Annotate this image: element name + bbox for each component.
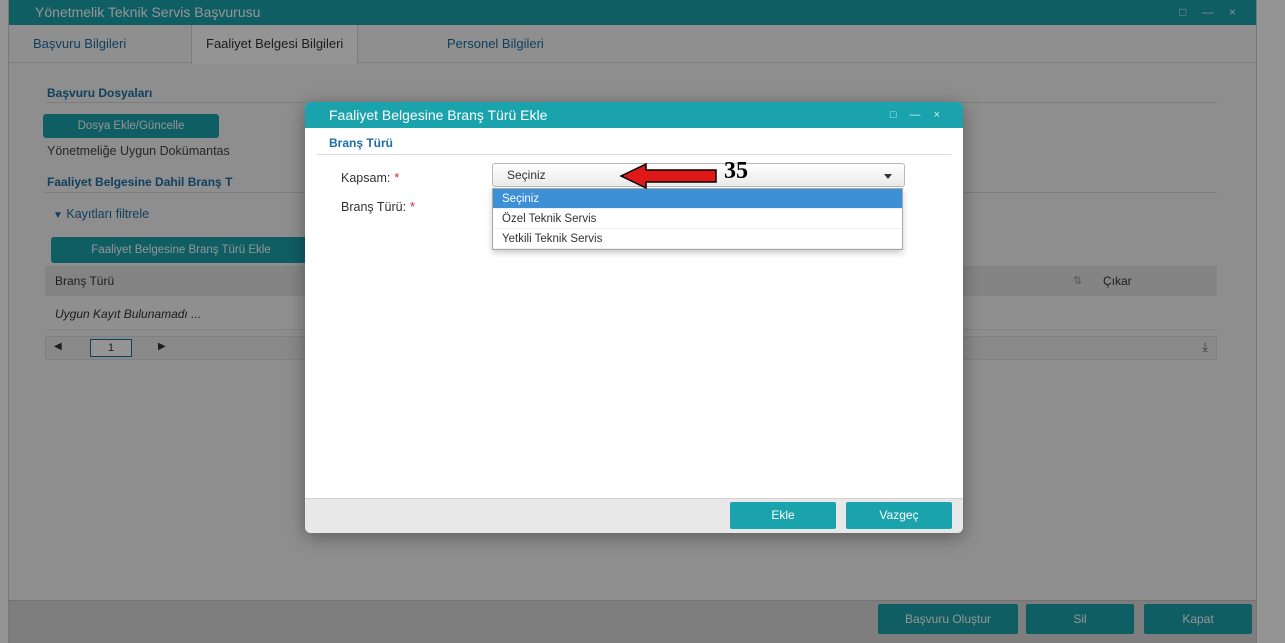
add-button[interactable]: Ekle xyxy=(730,502,836,529)
dialog-section-title: Branş Türü xyxy=(329,136,394,150)
scope-dropdown: Seçiniz Özel Teknik Servis Yetkili Tekni… xyxy=(492,188,903,250)
dialog-titlebar: Faaliyet Belgesine Branş Türü Ekle □ — × xyxy=(305,102,963,128)
annotation-arrow-icon xyxy=(620,163,717,189)
dialog-title: Faaliyet Belgesine Branş Türü Ekle xyxy=(329,107,548,123)
chevron-down-icon xyxy=(884,174,892,179)
annotation-number: 35 xyxy=(724,158,748,184)
branch-type-label: Branş Türü: * xyxy=(341,200,415,214)
cancel-button[interactable]: Vazgeç xyxy=(846,502,952,529)
required-marker: * xyxy=(394,171,400,185)
option-seciniz[interactable]: Seçiniz xyxy=(493,189,902,209)
scope-label: Kapsam: * xyxy=(341,171,400,185)
scope-select-value: Seçiniz xyxy=(507,168,546,182)
divider xyxy=(317,154,951,155)
required-marker: * xyxy=(410,200,415,214)
option-ozel-teknik-servis[interactable]: Özel Teknik Servis xyxy=(493,209,902,229)
option-yetkili-teknik-servis[interactable]: Yetkili Teknik Servis xyxy=(493,229,902,249)
dialog-controls-icon[interactable]: □ — × xyxy=(890,102,945,128)
